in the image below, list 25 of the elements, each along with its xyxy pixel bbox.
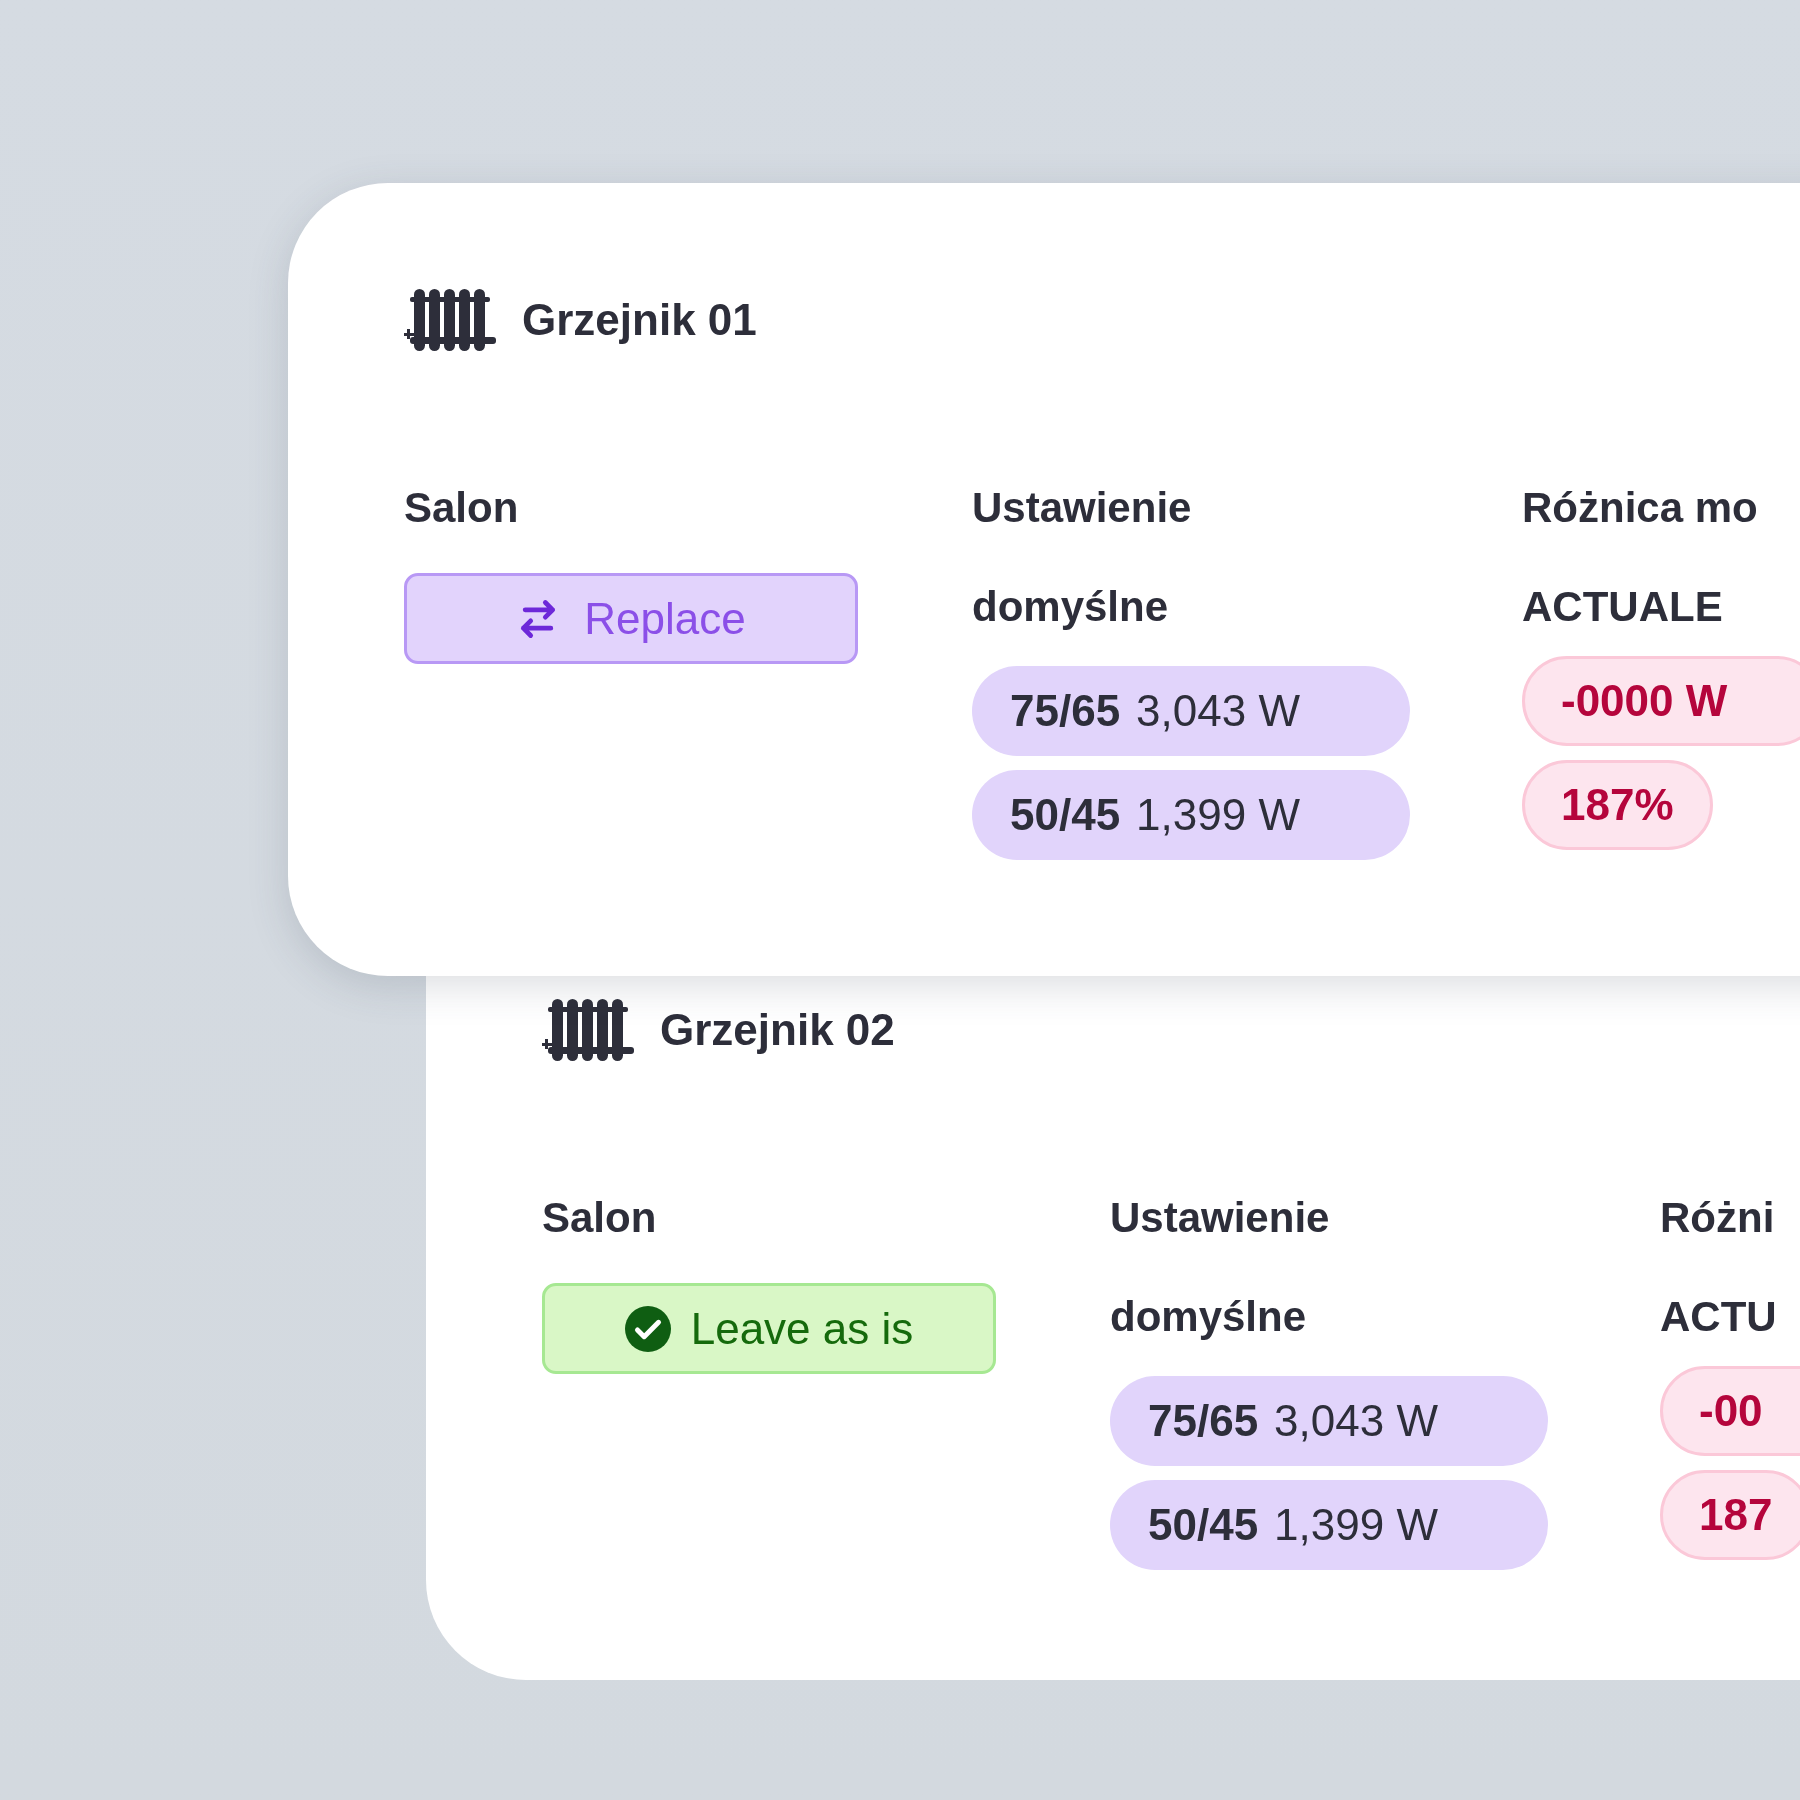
column-heading: Różni <box>1660 1193 1776 1243</box>
room-label: Salon <box>404 483 520 533</box>
radiator-title: Grzejnik 02 <box>660 1004 895 1056</box>
column-heading: ACTU <box>1660 1292 1778 1342</box>
radiator-title: Grzejnik 01 <box>522 294 757 346</box>
difference-pill: -0000 W <box>1522 656 1800 746</box>
difference-pill: -00 <box>1660 1366 1800 1456</box>
difference-pill: 187 <box>1660 1470 1800 1560</box>
column-heading: ACTUALE <box>1522 582 1724 632</box>
power-pill: 75/65 3,043 W <box>972 666 1410 756</box>
power-pill: 75/65 3,043 W <box>1110 1376 1548 1466</box>
column-heading: Ustawienie <box>1110 1193 1331 1243</box>
column-heading: Różnica mo <box>1522 483 1759 533</box>
column-heading: Ustawienie <box>972 483 1193 533</box>
replace-button[interactable]: Replace <box>404 573 858 664</box>
room-label: Salon <box>542 1193 658 1243</box>
column-heading: domyślne <box>972 582 1170 632</box>
leave-as-is-button[interactable]: Leave as is <box>542 1283 996 1374</box>
check-circle-icon <box>624 1305 671 1352</box>
radiator-icon <box>542 999 634 1061</box>
column-heading: domyślne <box>1110 1292 1308 1342</box>
power-pill: 50/45 1,399 W <box>972 770 1410 860</box>
power-pill: 50/45 1,399 W <box>1110 1480 1548 1570</box>
radiator-icon <box>404 289 496 351</box>
difference-pill: 187% <box>1522 760 1713 850</box>
